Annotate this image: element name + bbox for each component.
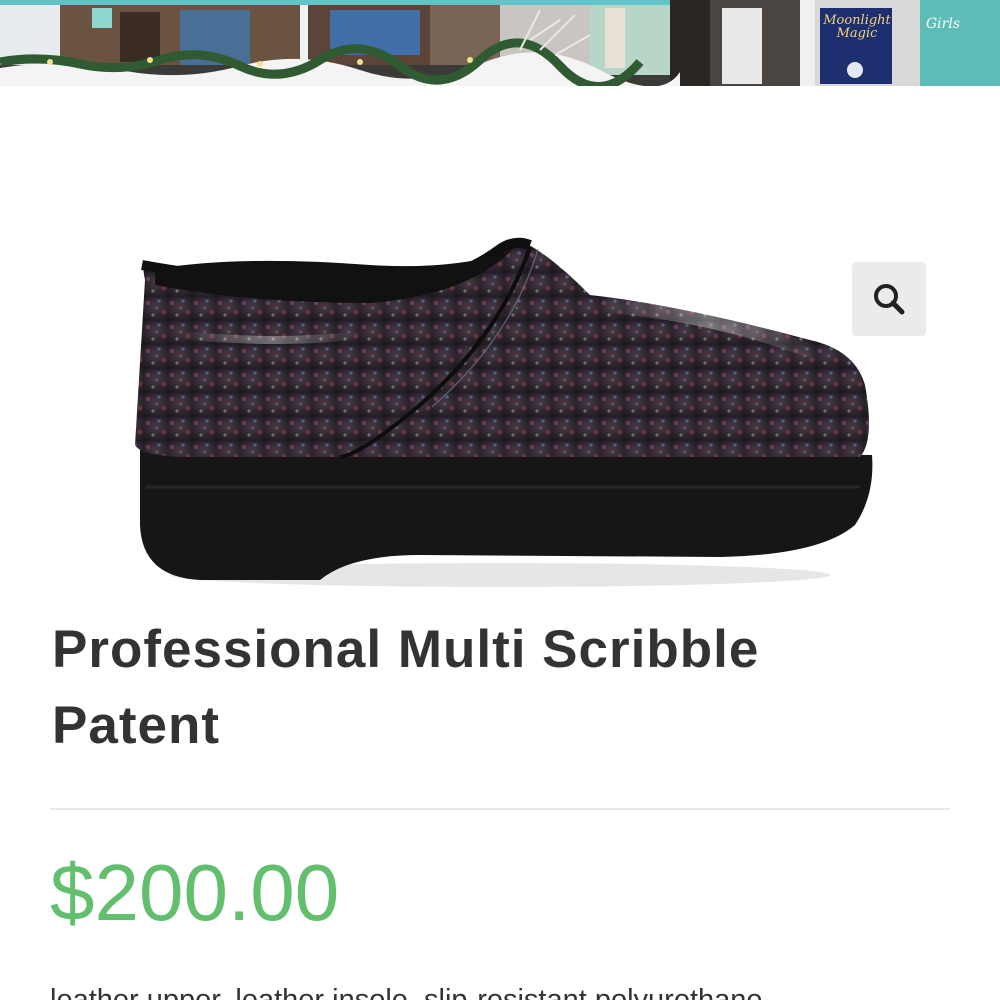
product-page: Moonlight Magic Girls Professional Multi…	[0, 0, 1000, 1000]
store-sign-text: Girls	[926, 16, 961, 32]
title-divider	[50, 808, 950, 810]
poster-title: Moonlight Magic	[823, 13, 891, 41]
search-icon	[874, 284, 905, 315]
zoom-button[interactable]	[852, 262, 926, 336]
product-image[interactable]	[120, 225, 880, 595]
product-description: leather upper, leather insole, slip-resi…	[50, 984, 763, 1000]
product-title: Professional Multi Scribble Patent	[52, 620, 760, 755]
header-banner: Moonlight Magic Girls	[0, 0, 1000, 86]
product-price: $200.00	[50, 848, 340, 937]
